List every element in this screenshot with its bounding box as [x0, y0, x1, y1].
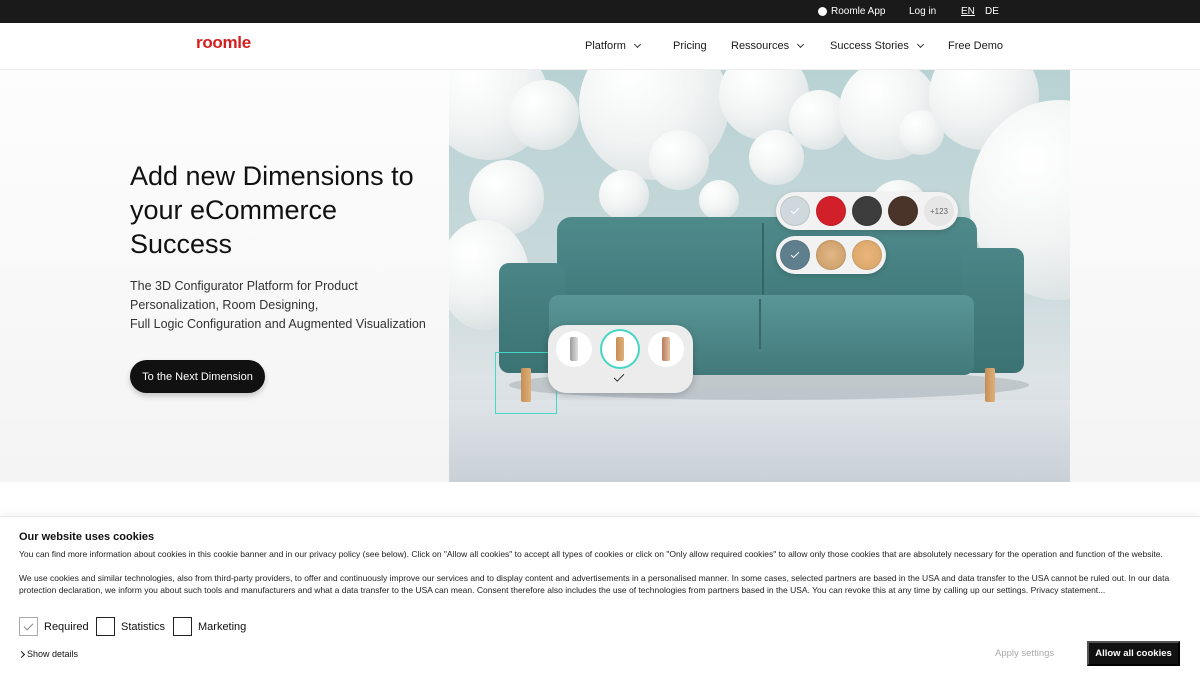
check-icon: [23, 620, 34, 630]
cookie-text-intro: You can find more information about cook…: [19, 549, 1163, 559]
sofa-configurator-image: +123: [449, 70, 1070, 482]
nav-item-label: Pricing: [673, 40, 707, 52]
fabric-swatch[interactable]: [816, 196, 846, 226]
fabric-color-picker: +123: [776, 192, 958, 230]
wood-swatch[interactable]: [780, 240, 810, 270]
chevron-right-icon: [17, 650, 26, 658]
cookie-option-required[interactable]: Required: [19, 617, 89, 636]
nav-item-free-demo[interactable]: Free Demo: [948, 40, 1003, 52]
cookie-text-details: We use cookies and similar technologies,…: [19, 573, 1170, 595]
hero-title: Add new Dimensions to your eCommerce Suc…: [130, 161, 414, 259]
fabric-swatch[interactable]: [780, 196, 810, 226]
required-checkbox[interactable]: [19, 617, 38, 636]
nav-item-ressources[interactable]: Ressources: [731, 40, 805, 52]
roomle-app-link[interactable]: Roomle App: [818, 6, 885, 17]
more-swatches-button[interactable]: +123: [924, 196, 954, 226]
nav-item-platform[interactable]: Platform: [585, 40, 642, 52]
show-details-label: Show details: [27, 649, 79, 659]
login-link[interactable]: Log in: [909, 6, 936, 17]
roomle-logo[interactable]: roomle: [196, 33, 251, 53]
cookie-option-label: Required: [44, 620, 89, 633]
cookie-title: Our website uses cookies: [19, 531, 155, 543]
leg-option-wood[interactable]: [602, 331, 638, 367]
nav-item-label: Platform: [585, 40, 626, 52]
hero-subtitle-line: Full Logic Configuration and Augmented V…: [130, 317, 426, 331]
nav-item-label: Free Demo: [948, 40, 1004, 52]
nav-item-label: Ressources: [731, 40, 790, 52]
chevron-down-icon: [633, 40, 642, 49]
check-icon: [790, 249, 800, 259]
chevron-down-icon: [916, 40, 924, 49]
cookie-banner: Our website uses cookies You can find mo…: [0, 516, 1200, 677]
hero-section: Add new Dimensions to your eCommerce Suc…: [0, 70, 1200, 482]
main-navigation: roomle Platform Pricing Ressources Succe…: [0, 23, 1200, 70]
leg-preview: [570, 337, 578, 361]
fabric-swatch[interactable]: [888, 196, 918, 226]
show-details-toggle[interactable]: Show details: [17, 649, 79, 659]
top-utility-bar: Roomle App Log in EN DE: [0, 0, 1200, 23]
wood-color-picker: [776, 236, 886, 274]
sofa-leg: [985, 368, 995, 402]
sofa-seam: [759, 299, 761, 349]
leg-preview: [662, 337, 670, 361]
fabric-swatch[interactable]: [852, 196, 882, 226]
statistics-checkbox[interactable]: [96, 617, 115, 636]
chevron-down-icon: [797, 40, 805, 49]
language-en-link[interactable]: EN: [961, 6, 975, 17]
hero-subtitle-line: The 3D Configurator Platform for Product: [130, 279, 358, 293]
leg-option-metal[interactable]: [556, 331, 592, 367]
decorative-sphere: [509, 80, 579, 150]
wood-swatch[interactable]: [816, 240, 846, 270]
cookie-option-label: Marketing: [198, 620, 247, 633]
leg-option-copper[interactable]: [648, 331, 684, 367]
cookie-option-marketing[interactable]: Marketing: [173, 617, 246, 636]
nav-item-success-stories[interactable]: Success Stories: [830, 40, 924, 52]
hero-subtitle-line: Personalization, Room Designing,: [130, 298, 319, 312]
leg-preview: [616, 337, 624, 361]
nav-item-label: Success Stories: [830, 40, 909, 52]
hero-subtitle: The 3D Configurator Platform for Product…: [130, 277, 450, 334]
marketing-checkbox[interactable]: [173, 617, 192, 636]
decorative-sphere: [699, 180, 739, 220]
roomle-app-label: Roomle App: [831, 6, 886, 17]
language-de-link[interactable]: DE: [985, 6, 999, 17]
cookie-option-label: Statistics: [121, 620, 166, 633]
apple-icon: [818, 7, 827, 16]
apply-settings-button[interactable]: Apply settings: [995, 648, 1054, 659]
check-icon: [613, 371, 625, 382]
nav-item-pricing[interactable]: Pricing: [673, 40, 707, 52]
allow-all-cookies-button[interactable]: Allow all cookies: [1087, 641, 1180, 666]
cookie-option-statistics[interactable]: Statistics: [96, 617, 165, 636]
check-icon: [790, 205, 800, 215]
next-dimension-button[interactable]: To the Next Dimension: [130, 360, 265, 393]
wood-swatch[interactable]: [852, 240, 882, 270]
decorative-sphere: [599, 170, 649, 220]
leg-style-picker: [548, 325, 693, 393]
decorative-sphere: [649, 130, 709, 190]
